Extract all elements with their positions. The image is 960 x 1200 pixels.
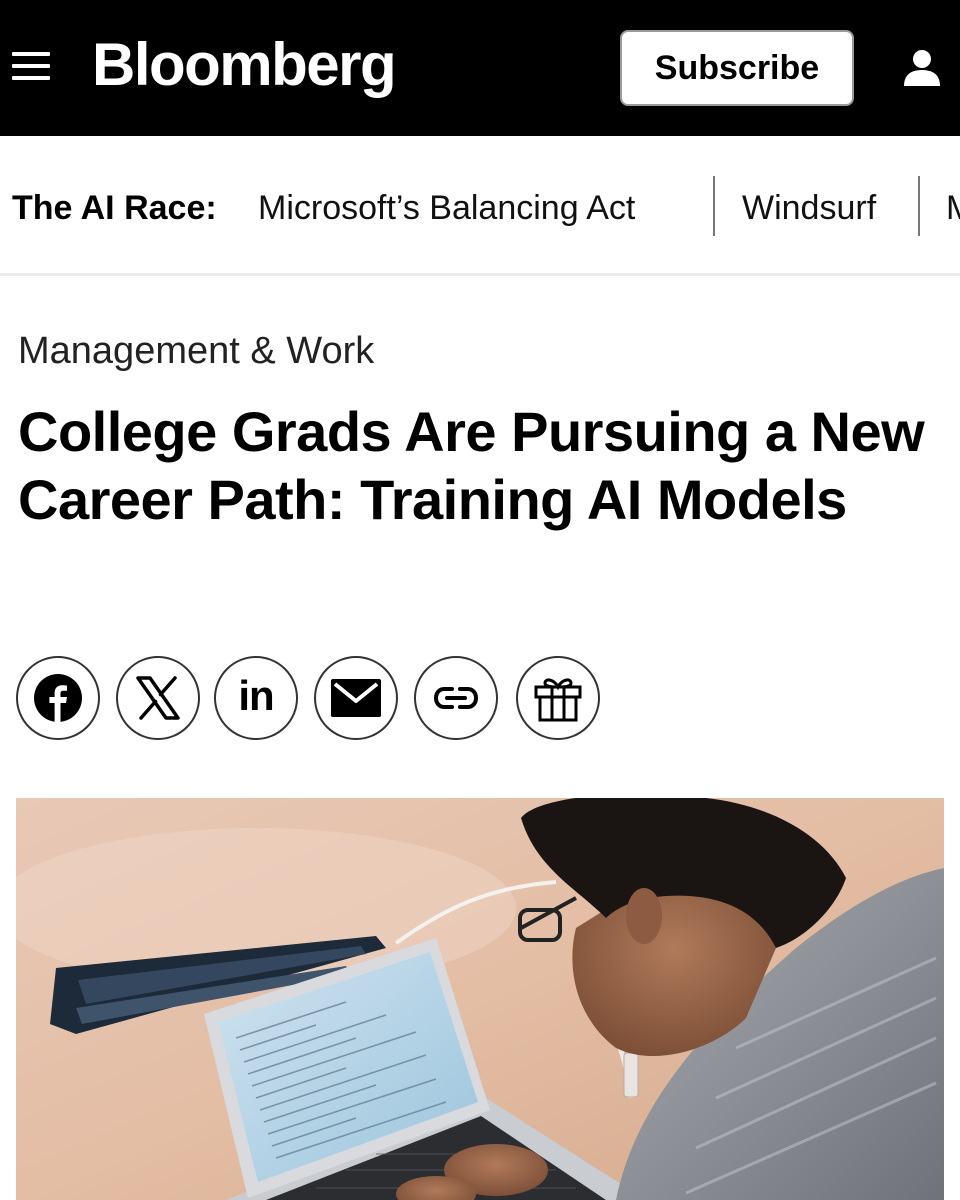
x-icon — [136, 676, 180, 720]
article-headline: College Grads Are Pursuing a New Career … — [18, 400, 925, 531]
topic-divider — [713, 176, 715, 236]
topic-link-windsurf[interactable]: Windsurf — [742, 188, 876, 228]
x-share-button[interactable] — [116, 656, 200, 740]
topic-divider — [918, 176, 920, 236]
bloomberg-logo[interactable]: Bloomberg — [92, 30, 397, 100]
facebook-icon — [34, 674, 82, 723]
facebook-share-button[interactable] — [16, 656, 100, 740]
copy-link-button[interactable] — [414, 656, 498, 740]
linkedin-share-button[interactable]: in — [214, 656, 298, 740]
gift-article-button[interactable] — [516, 656, 600, 740]
share-bar: in — [16, 656, 616, 740]
email-share-button[interactable] — [314, 656, 398, 740]
user-icon[interactable] — [900, 48, 944, 88]
hamburger-menu-icon[interactable] — [12, 52, 50, 84]
topic-label: The AI Race: — [12, 189, 217, 227]
section-label[interactable]: Management & Work — [18, 328, 374, 374]
top-bar: Bloomberg Subscribe — [0, 0, 960, 136]
gift-icon — [534, 678, 582, 722]
linkedin-icon: in — [238, 672, 274, 719]
subscribe-button[interactable]: Subscribe — [620, 30, 854, 106]
topic-link-microsoft[interactable]: Microsoft’s Balancing Act — [258, 188, 635, 228]
link-icon — [433, 687, 479, 709]
topic-strip: The AI Race: Microsoft’s Balancing Act W… — [0, 136, 960, 276]
mail-icon — [331, 679, 381, 717]
topic-link-next[interactable]: M — [946, 188, 960, 228]
hero-image — [16, 798, 944, 1200]
